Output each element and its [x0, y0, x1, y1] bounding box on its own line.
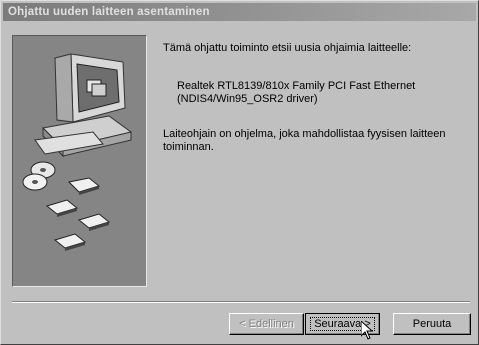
back-button[interactable]: < Edellinen	[229, 313, 304, 335]
wizard-window: Ohjattu uuden laitteen asentaminen Tämä …	[0, 0, 479, 345]
explanation-text: Laiteohjain on ohjelma, joka mahdollista…	[163, 128, 446, 153]
device-name-line2: (NDIS4/Win95_OSR2 driver)	[177, 93, 318, 105]
button-divider	[12, 301, 470, 303]
intro-text: Tämä ohjattu toiminto etsii uusia ohjaim…	[163, 42, 412, 54]
title-bar: Ohjattu uuden laitteen asentaminen	[3, 3, 476, 21]
device-name-line1: Realtek RTL8139/810x Family PCI Fast Eth…	[177, 80, 416, 92]
cancel-button[interactable]: Peruuta	[393, 313, 471, 335]
mouse-pointer-icon	[361, 321, 373, 340]
wizard-illustration-panel	[12, 35, 147, 287]
device-name: Realtek RTL8139/810x Family PCI Fast Eth…	[177, 80, 457, 106]
computer-disks-illustration-icon	[22, 53, 133, 251]
